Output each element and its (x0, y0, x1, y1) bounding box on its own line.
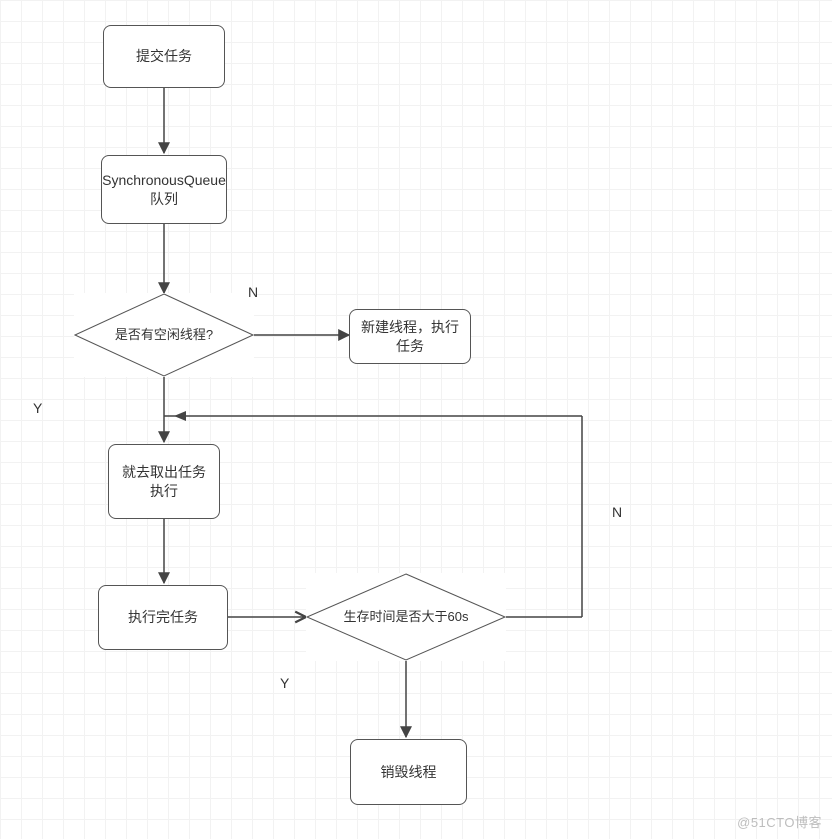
node-label: SynchronousQueue队列 (102, 171, 226, 209)
node-destroy-thread: 销毁线程 (350, 739, 467, 805)
node-finish-task: 执行完任务 (98, 585, 228, 650)
edge-label-d2-yes: Y (280, 675, 289, 691)
node-new-thread: 新建线程，执行任务 (349, 309, 471, 364)
decision-idle-thread: 是否有空闲线程? (74, 293, 254, 377)
node-label: 执行完任务 (128, 608, 198, 627)
node-label: 新建线程，执行任务 (358, 318, 462, 356)
watermark: @51CTO博客 (737, 812, 822, 831)
edge-label-d2-no: N (612, 504, 622, 520)
node-label: 就去取出任务执行 (117, 463, 211, 501)
node-submit-task: 提交任务 (103, 25, 225, 88)
node-label: 生存时间是否大于60s (344, 609, 469, 626)
decision-ttl-60s: 生存时间是否大于60s (306, 573, 506, 661)
node-synchronous-queue: SynchronousQueue队列 (101, 155, 227, 224)
flowchart-canvas: 提交任务 SynchronousQueue队列 是否有空闲线程? 新建线程，执行… (0, 0, 832, 839)
node-label: 是否有空闲线程? (115, 327, 213, 344)
edges-layer (0, 0, 832, 839)
edge-label-d1-yes: Y (33, 400, 42, 416)
node-fetch-task: 就去取出任务执行 (108, 444, 220, 519)
node-label: 提交任务 (136, 47, 192, 66)
edge-label-d1-no: N (248, 284, 258, 300)
node-label: 销毁线程 (381, 763, 437, 782)
